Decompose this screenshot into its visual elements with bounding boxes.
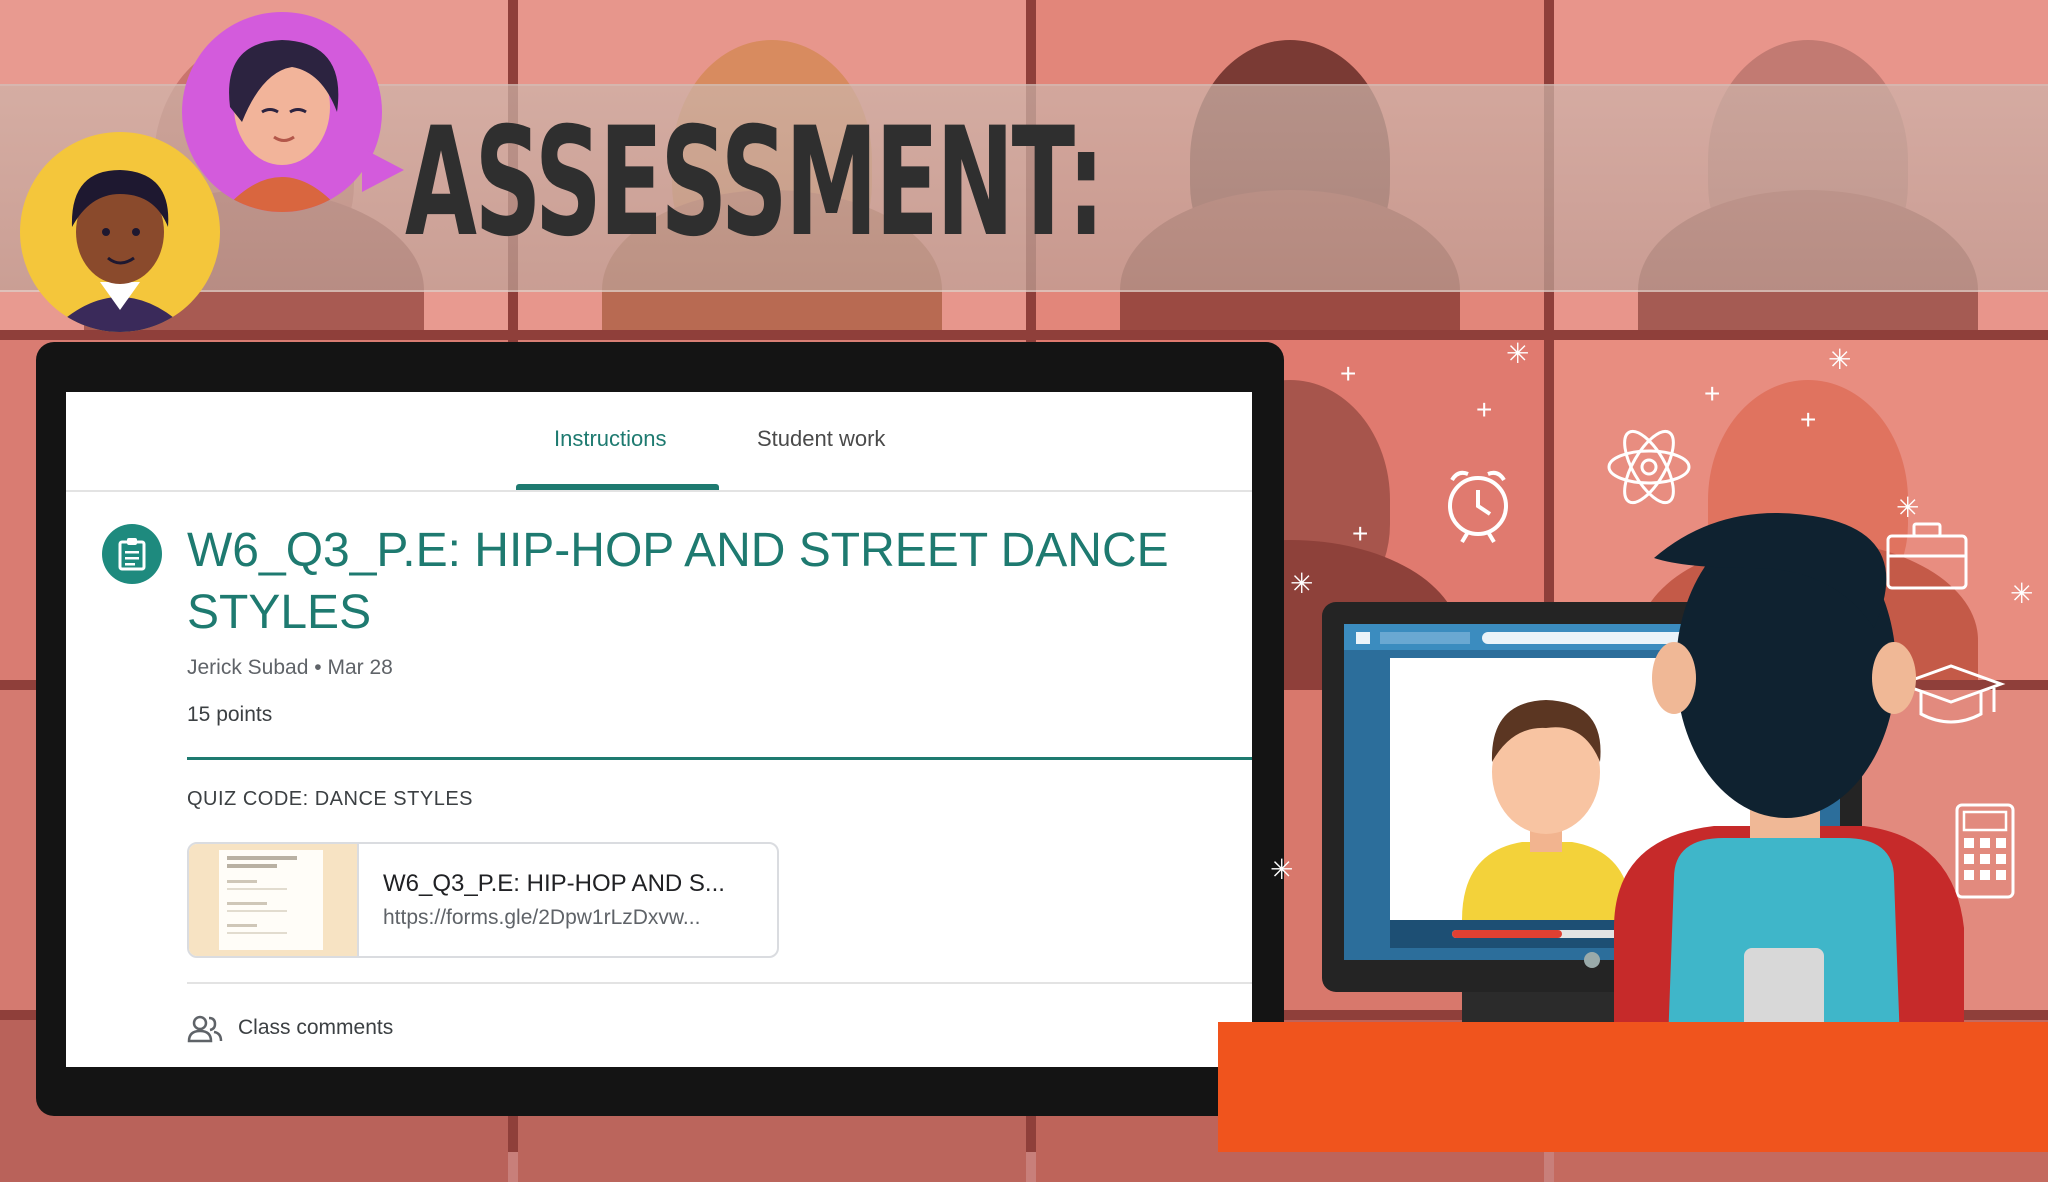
tab-bar: Instructions Student work — [66, 392, 1252, 492]
assignment-title: W6_Q3_P.E: HIP-HOP AND STREET DANCE STYL… — [187, 524, 1169, 639]
sparkle-icon: + — [1476, 394, 1493, 425]
divider — [187, 757, 1252, 760]
sparkle-icon: ✳ — [2010, 578, 2034, 609]
atom-icon — [1607, 429, 1691, 505]
sparkle-icon: + — [1352, 518, 1369, 549]
class-comments-link[interactable]: Class comments — [238, 1016, 393, 1040]
people-icon — [187, 1014, 223, 1044]
avatar-man — [20, 132, 220, 332]
sparkle-icon: + — [1704, 378, 1721, 409]
sparkle-icon: ✳ — [1290, 568, 1314, 599]
sparkle-icon: ✳ — [1506, 338, 1530, 369]
assignment-date: Mar 28 — [327, 656, 393, 679]
speech-tail-icon — [362, 148, 404, 192]
attachment-card[interactable]: W6_Q3_P.E: HIP-HOP AND S... https://form… — [187, 842, 779, 958]
tab-instructions[interactable]: Instructions — [554, 426, 667, 452]
attachment-thumbnail — [189, 844, 359, 956]
sparkle-icon: + — [1800, 404, 1817, 435]
attachment-title[interactable]: W6_Q3_P.E: HIP-HOP AND S... — [383, 870, 725, 898]
assignment-points: 15 points — [187, 703, 273, 726]
assignment-icon — [102, 524, 162, 584]
alarm-clock-icon — [1448, 470, 1508, 544]
avatar-woman — [182, 12, 382, 212]
attachment-url[interactable]: https://forms.gle/2Dpw1rLzDxvw... — [383, 906, 700, 930]
meta-separator: • — [314, 656, 322, 679]
classroom-assignment-screen: Instructions Student work W6_Q3_P.E: HIP… — [66, 392, 1252, 1067]
assignment-author: Jerick Subad — [187, 656, 309, 679]
desk — [1218, 1022, 2048, 1152]
assignment-description: QUIZ CODE: DANCE STYLES — [187, 788, 473, 810]
assignment-meta: Jerick Subad • Mar 28 — [187, 656, 393, 680]
tab-student-work[interactable]: Student work — [757, 426, 885, 452]
divider — [187, 982, 1252, 984]
active-tab-indicator — [516, 484, 719, 490]
sparkle-icon: ✳ — [1270, 854, 1294, 885]
page-title: ASSESSMENT: — [405, 96, 1105, 270]
sparkle-icon: ✳ — [1828, 344, 1852, 375]
sparkle-icon: + — [1340, 358, 1357, 389]
